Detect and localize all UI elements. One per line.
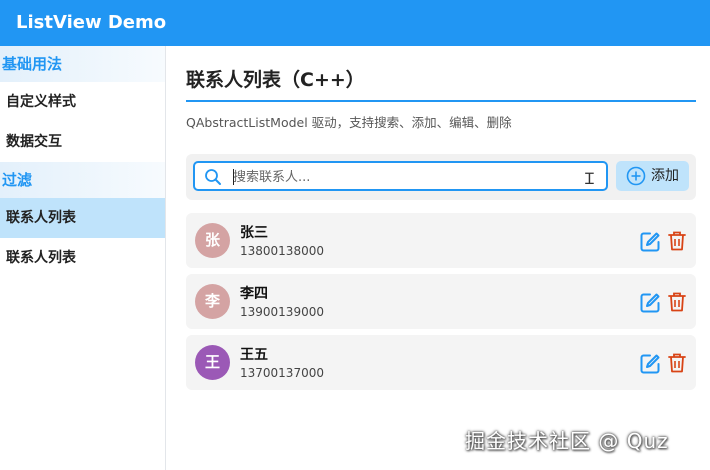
edit-icon[interactable]: [639, 292, 661, 314]
contact-name: 王五: [240, 347, 268, 363]
sidebar-item-contacts[interactable]: 联系人列表: [0, 238, 165, 278]
sidebar-item-contacts-cpp[interactable]: 联系人列表: [0, 198, 165, 238]
trash-icon[interactable]: [667, 230, 687, 252]
search-input[interactable]: [233, 166, 573, 188]
ibeam-cursor-icon: Ɪ: [585, 169, 594, 188]
sidebar-section-filter[interactable]: 过滤: [0, 162, 165, 198]
watermark: 掘金技术社区 @ Quz: [465, 429, 669, 453]
search-box[interactable]: Ɪ: [193, 161, 608, 191]
text-caret: [233, 169, 234, 185]
page-subtitle: QAbstractListModel 驱动，支持搜索、添加、编辑、删除: [186, 115, 512, 130]
sidebar-section-basic[interactable]: 基础用法: [0, 46, 165, 82]
list-item[interactable]: 张 张三 13800138000: [186, 213, 696, 268]
avatar: 李: [195, 284, 230, 319]
edit-icon[interactable]: [639, 231, 661, 253]
contact-phone: 13800138000: [240, 244, 324, 258]
search-icon: [205, 169, 221, 185]
search-toolbar: Ɪ 添加: [186, 154, 696, 200]
avatar: 张: [195, 223, 230, 258]
contact-phone: 13900139000: [240, 305, 324, 319]
trash-icon[interactable]: [667, 352, 687, 374]
contact-name: 张三: [240, 225, 268, 241]
add-button-label: 添加: [651, 168, 679, 184]
sidebar-item-custom-style[interactable]: 自定义样式: [0, 82, 165, 122]
sidebar: 基础用法 自定义样式 数据交互 过滤 联系人列表 联系人列表: [0, 46, 166, 470]
sidebar-item-data-interaction[interactable]: 数据交互: [0, 122, 165, 162]
page-title: 联系人列表（C++）: [186, 69, 365, 91]
contact-name: 李四: [240, 286, 268, 302]
add-button[interactable]: 添加: [616, 161, 689, 191]
list-item[interactable]: 王 王五 13700137000: [186, 335, 696, 390]
avatar: 王: [195, 345, 230, 380]
title-underline: [186, 100, 696, 102]
list-item[interactable]: 李 李四 13900139000: [186, 274, 696, 329]
contact-list: 张 张三 13800138000 李 李四 13900139000 王 王五 1…: [186, 213, 696, 390]
main-content: 联系人列表（C++） QAbstractListModel 驱动，支持搜索、添加…: [186, 46, 696, 396]
contact-phone: 13700137000: [240, 366, 324, 380]
app-title: ListView Demo: [0, 0, 710, 46]
edit-icon[interactable]: [639, 353, 661, 375]
plus-circle-icon: [626, 166, 646, 186]
trash-icon[interactable]: [667, 291, 687, 313]
